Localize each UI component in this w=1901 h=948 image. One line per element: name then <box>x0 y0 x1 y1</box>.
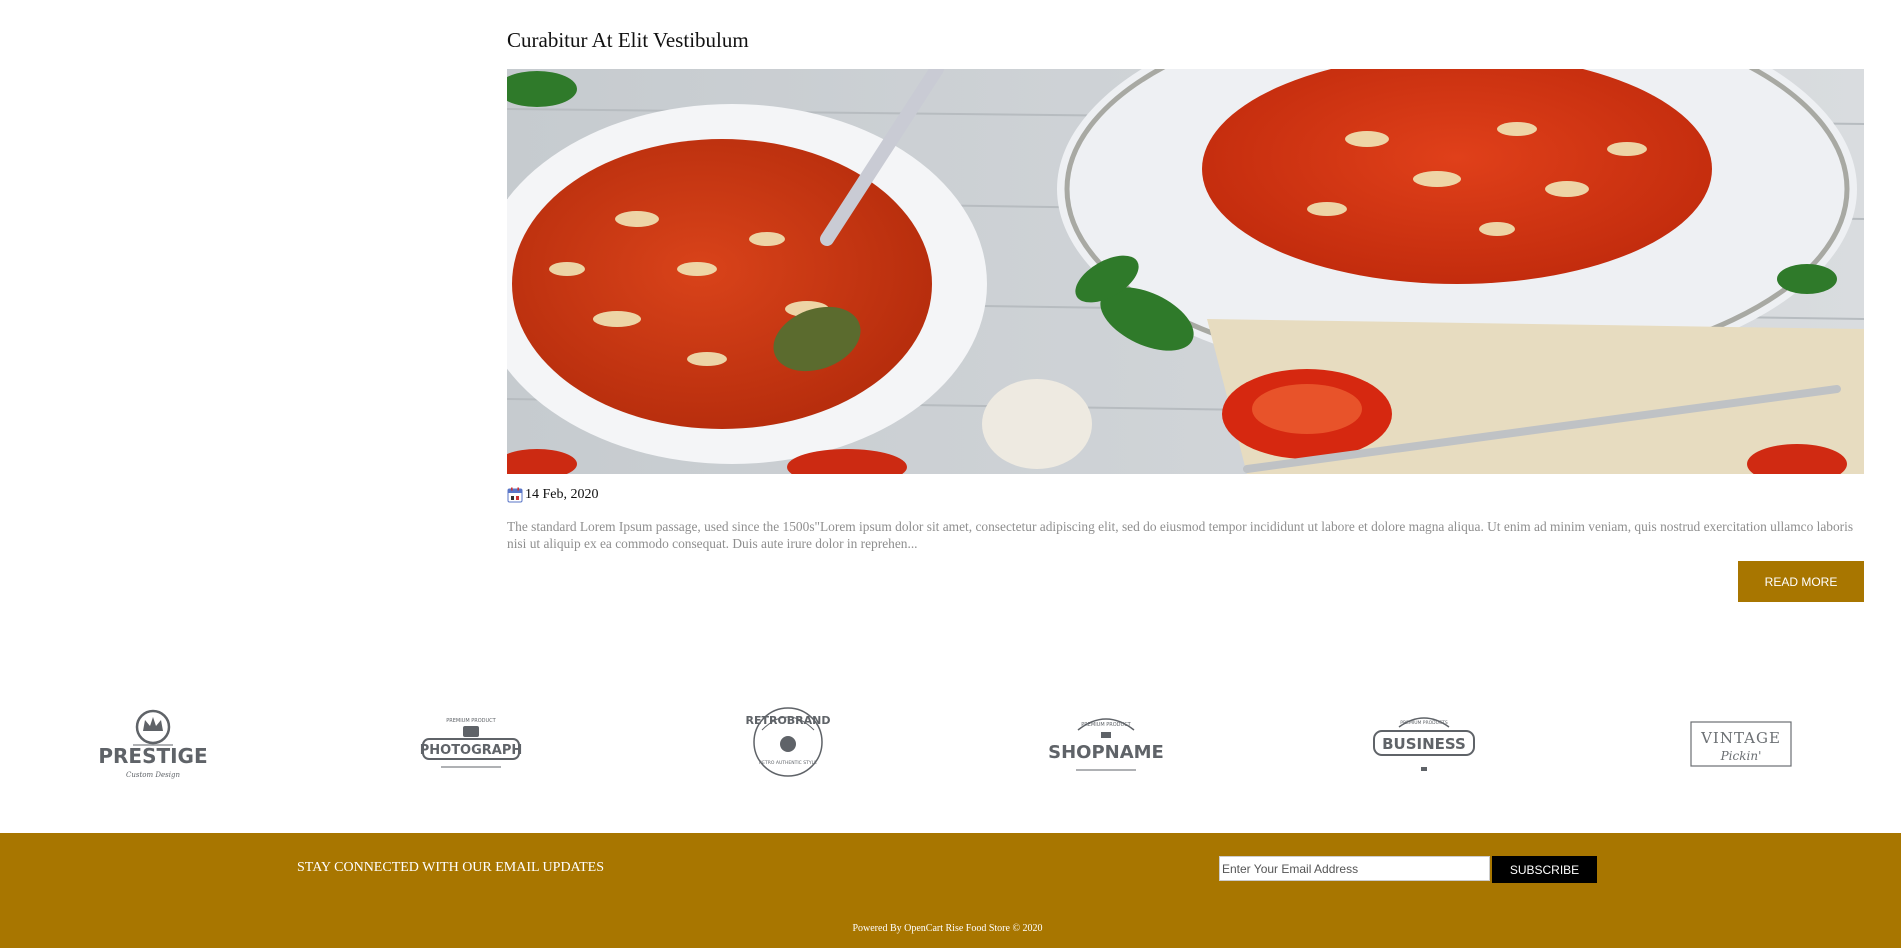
post-date: 14 Feb, 2020 <box>507 487 599 503</box>
photograph-logo: PREMIUM PRODUCT PHOTOGRAPH <box>420 718 523 768</box>
email-input[interactable] <box>1219 856 1490 881</box>
brand-logo-vintage[interactable]: VINTAGE Pickin' <box>1671 690 1811 800</box>
brand-name-shopname: SHOPNAME <box>1048 742 1164 763</box>
brand-tagline-vintage: Pickin' <box>1720 749 1762 763</box>
badge-icon <box>1101 732 1111 738</box>
brand-name-business: BUSINESS <box>1382 735 1466 753</box>
footer: STAY CONNECTED WITH OUR EMAIL UPDATES SU… <box>0 833 1901 948</box>
brand-logo-retrobrand[interactable]: RETROBRAND RETRO AUTHENTIC STYLE <box>718 690 858 800</box>
brand-tagline-photograph: PREMIUM PRODUCT <box>446 718 496 724</box>
post-excerpt: The standard Lorem Ipsum passage, used s… <box>507 519 1854 551</box>
newsletter-label: STAY CONNECTED WITH OUR EMAIL UPDATES <box>297 860 605 875</box>
shopname-logo: PREMIUM PRODUCT SHOPNAME <box>1048 718 1164 771</box>
brand-tagline-shopname: PREMIUM PRODUCT <box>1081 722 1131 728</box>
business-logo: PREMIUM PRODUCTS BUSINESS <box>1373 717 1475 771</box>
brand-name-prestige: PRESTIGE <box>98 744 207 768</box>
brand-logo-business[interactable]: PREMIUM PRODUCTS BUSINESS <box>1354 690 1494 800</box>
brand-logos-carousel: PRESTIGE Custom Design PREMIUM PRODUCT P… <box>0 690 1901 800</box>
vintage-logo: VINTAGE Pickin' <box>1690 721 1792 767</box>
prestige-logo: PRESTIGE Custom Design <box>98 709 208 779</box>
read-more-button[interactable]: READ MORE <box>1738 561 1864 602</box>
post-image[interactable] <box>507 69 1864 474</box>
brand-tagline-prestige: Custom Design <box>126 771 180 779</box>
brand-name-vintage: VINTAGE <box>1700 729 1781 747</box>
retrobrand-logo: RETROBRAND RETRO AUTHENTIC STYLE <box>745 707 831 777</box>
brand-logo-prestige[interactable]: PRESTIGE Custom Design <box>83 690 223 800</box>
calendar-icon <box>507 487 523 503</box>
brand-tagline-retrobrand: RETRO AUTHENTIC STYLE <box>759 760 817 766</box>
camera-icon <box>463 726 479 737</box>
tomato-pasta-soup-photo <box>507 69 1864 474</box>
copyright-text: Powered By OpenCart Rise Food Store © 20… <box>852 923 1043 934</box>
post-date-text: 14 Feb, 2020 <box>525 487 599 502</box>
brand-logo-photograph[interactable]: PREMIUM PRODUCT PHOTOGRAPH <box>401 690 541 800</box>
brand-name-photograph: PHOTOGRAPH <box>420 743 523 758</box>
post-title[interactable]: Curabitur At Elit Vestibulum <box>507 28 749 53</box>
brand-tagline-business: PREMIUM PRODUCTS <box>1400 720 1448 726</box>
subscribe-button[interactable]: SUBSCRIBE <box>1492 856 1597 883</box>
brand-logo-shopname[interactable]: PREMIUM PRODUCT SHOPNAME <box>1036 690 1176 800</box>
badge-icon <box>1421 767 1427 771</box>
brand-name-retrobrand: RETROBRAND <box>745 714 830 727</box>
apple-icon <box>780 736 796 752</box>
